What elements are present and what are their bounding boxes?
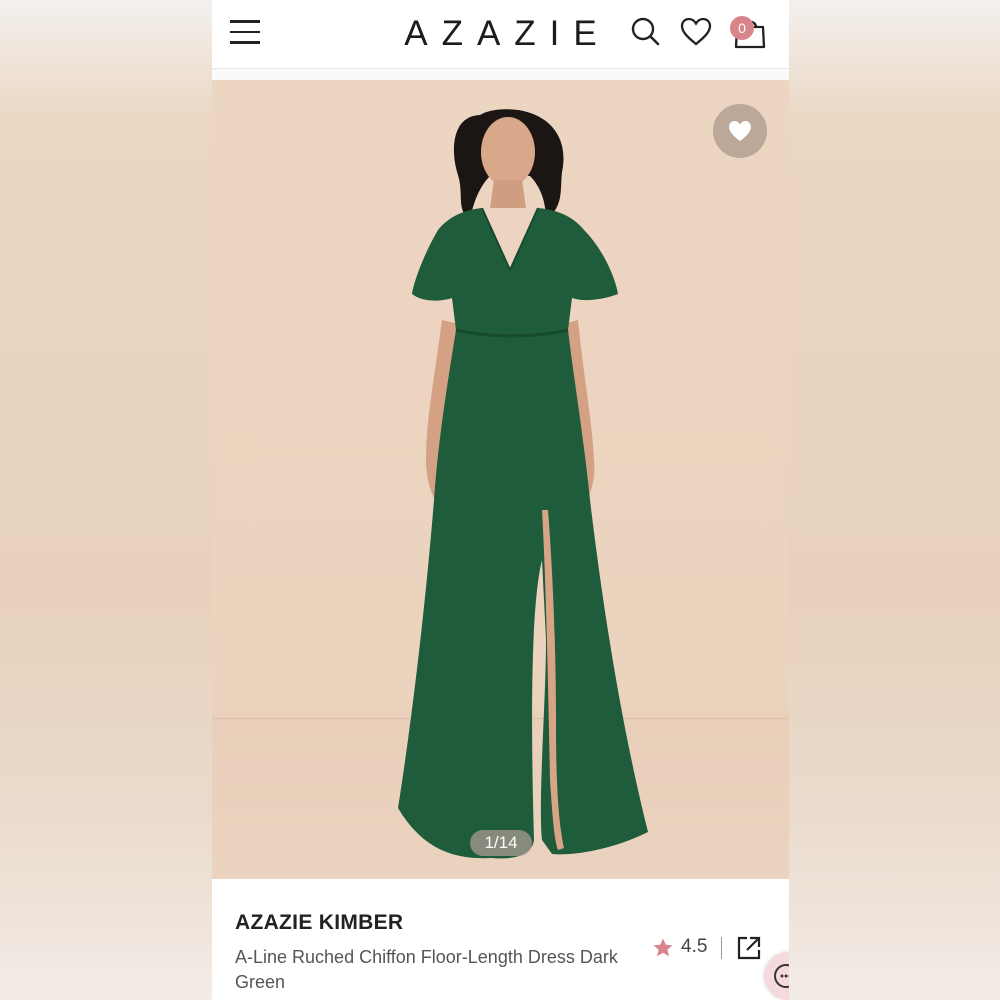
background-blur-left [0,0,212,1000]
product-title: A-Line Ruched Chiffon Floor-Length Dress… [235,947,618,992]
heart-icon[interactable] [680,16,712,48]
favorite-heart-icon [729,121,751,141]
chat-button[interactable] [764,952,789,1000]
search-icon[interactable] [630,16,662,48]
cart-count-badge: 0 [730,16,754,40]
product-brand: AZAZIE KIMBER [235,911,404,934]
background-blur-right [789,0,1000,1000]
rating-divider [721,937,722,959]
site-header: AZAZIE 0 [212,0,789,69]
product-info: AZAZIE KIMBER A-Line Ruched Chiffon Floo… [212,879,789,1000]
rating-and-share: 4.5 [652,935,767,963]
mobile-page: AZAZIE 0 1/14 AZAZIE KIMBER A-Line Ruche… [212,0,789,1000]
chat-icon [774,964,789,988]
model-wearing-dress-image [398,109,648,859]
rating-value[interactable]: 4.5 [681,936,707,958]
header-divider [212,69,789,80]
add-to-wishlist-button[interactable] [713,104,767,158]
image-counter: 1/14 [470,830,532,856]
product-image[interactable]: 1/14 [212,80,789,879]
star-icon [653,938,673,957]
share-icon[interactable] [736,935,762,961]
